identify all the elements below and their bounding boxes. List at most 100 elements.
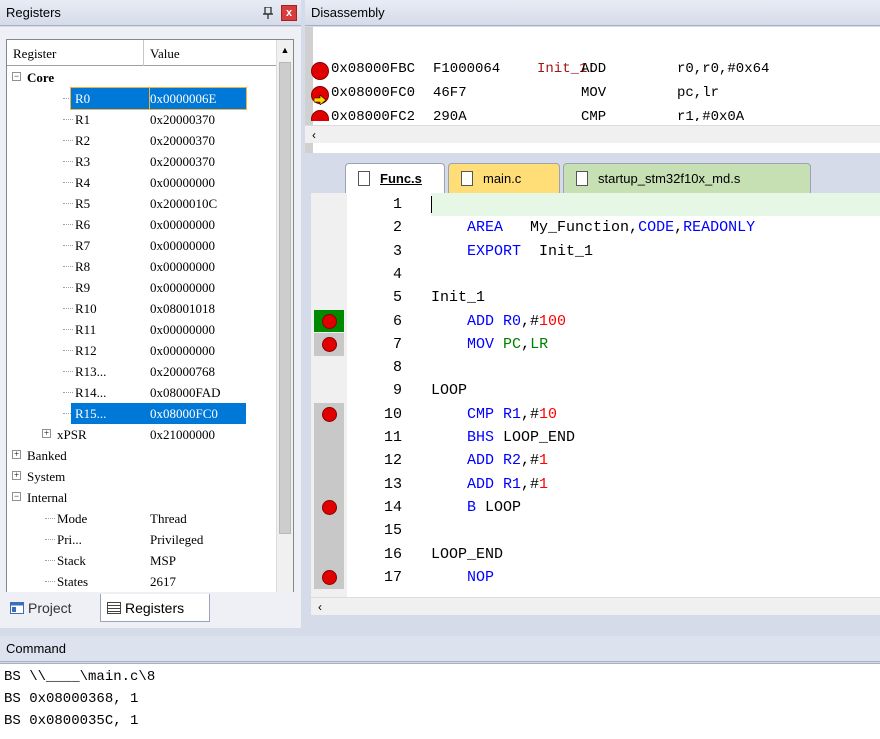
code-line[interactable]: 17 NOP bbox=[311, 566, 880, 589]
register-value: 0x0000006E bbox=[149, 87, 247, 110]
disassembly-addr: 0x08000FC2 bbox=[331, 109, 416, 121]
register-row-r6[interactable]: R6 0x00000000 bbox=[7, 214, 277, 235]
code-line[interactable]: 11 BHS LOOP_END bbox=[311, 426, 880, 449]
code-line[interactable]: 14 B LOOP bbox=[311, 496, 880, 519]
code-text: B LOOP bbox=[431, 496, 521, 519]
code-line[interactable]: 3 EXPORT Init_1 bbox=[311, 240, 880, 263]
internal-row-stack[interactable]: Stack MSP bbox=[7, 550, 277, 571]
code-text: NOP bbox=[431, 566, 494, 589]
tab-registers[interactable]: Registers bbox=[100, 594, 210, 622]
collapse-icon[interactable]: − bbox=[12, 492, 21, 501]
scroll-thumb[interactable] bbox=[279, 62, 291, 534]
register-value: 0x00000000 bbox=[150, 280, 215, 295]
code-line[interactable]: 6 ADD R0,#100 bbox=[311, 310, 880, 333]
editor-horizontal-scrollbar[interactable]: ‹ bbox=[311, 597, 880, 615]
tab-main-c[interactable]: main.c bbox=[448, 163, 560, 193]
tab-startup-file[interactable]: startup_stm32f10x_md.s bbox=[563, 163, 811, 193]
tree-connector bbox=[63, 350, 73, 351]
register-value: 0x00000000 bbox=[150, 238, 215, 253]
register-row-r13[interactable]: R13... 0x20000768 bbox=[7, 361, 277, 382]
scroll-up-arrow-icon[interactable]: ▲ bbox=[277, 40, 293, 60]
line-number: 16 bbox=[383, 546, 402, 563]
code-line[interactable]: 9 LOOP bbox=[311, 379, 880, 402]
tree-connector bbox=[45, 539, 55, 540]
register-name: R7 bbox=[75, 238, 91, 253]
tree-group-core[interactable]: − Core bbox=[7, 67, 277, 88]
code-line[interactable]: 12 ADD R2,#1 bbox=[311, 449, 880, 472]
expand-icon[interactable]: + bbox=[12, 471, 21, 480]
register-vertical-scrollbar[interactable]: ▲ ▼ bbox=[276, 40, 293, 617]
internal-row-mode[interactable]: Mode Thread bbox=[7, 508, 277, 529]
code-line[interactable]: 10 CMP R1,#10 bbox=[311, 403, 880, 426]
code-line[interactable]: 4 bbox=[311, 263, 880, 286]
code-token-kw: BHS bbox=[467, 429, 495, 446]
internal-row-states[interactable]: States 2617 bbox=[7, 571, 277, 592]
column-header-value[interactable]: Value bbox=[144, 40, 277, 66]
register-row-r8[interactable]: R8 0x00000000 bbox=[7, 256, 277, 277]
code-line[interactable]: 15 bbox=[311, 519, 880, 542]
register-row-r12[interactable]: R12 0x00000000 bbox=[7, 340, 277, 361]
code-line[interactable]: 2 AREA My_Function,CODE,READONLY bbox=[311, 216, 880, 239]
source-editor[interactable]: 12 AREA My_Function,CODE,READONLY 3 EXPOR… bbox=[311, 193, 880, 597]
register-row-r3[interactable]: R3 0x20000370 bbox=[7, 151, 277, 172]
tree-connector bbox=[63, 329, 73, 330]
breakpoint-icon[interactable] bbox=[322, 337, 337, 352]
tab-func-s[interactable]: Func.s bbox=[345, 163, 445, 193]
disassembly-panel[interactable]: Init_1: 0x08000FBC F1000064 ADD r0,r0,#0x64… bbox=[305, 27, 880, 153]
breakpoint-icon[interactable] bbox=[311, 110, 329, 121]
code-line[interactable]: 5 Init_1 bbox=[311, 286, 880, 309]
tree-group-internal[interactable]: − Internal bbox=[7, 487, 277, 508]
register-row-r5[interactable]: R5 0x2000010C bbox=[7, 193, 277, 214]
register-row-r1[interactable]: R1 0x20000370 bbox=[7, 109, 277, 130]
scroll-left-arrow-icon[interactable]: ‹ bbox=[313, 598, 327, 616]
breakpoint-icon[interactable] bbox=[322, 314, 337, 329]
line-number: 11 bbox=[383, 429, 402, 446]
expand-icon[interactable]: + bbox=[12, 450, 21, 459]
register-row-r0[interactable]: R0 0x0000006E bbox=[7, 87, 277, 110]
code-line[interactable]: 7 MOV PC,LR bbox=[311, 333, 880, 356]
register-row-r4[interactable]: R4 0x00000000 bbox=[7, 172, 277, 193]
breakpoint-icon[interactable] bbox=[322, 500, 337, 515]
breakpoint-icon[interactable] bbox=[322, 407, 337, 422]
internal-row-pri[interactable]: Pri... Privileged bbox=[7, 529, 277, 550]
tree-group-system[interactable]: + System bbox=[7, 466, 277, 487]
code-token-kw: EXPORT bbox=[467, 243, 522, 260]
code-line[interactable]: 13 ADD R1,#1 bbox=[311, 473, 880, 496]
register-row-r15[interactable]: R15... 0x08000FC0 bbox=[7, 403, 277, 424]
code-line[interactable]: 1 bbox=[311, 193, 880, 216]
register-tree[interactable]: Register Value − Core R0 0x0000006E R1 0x2000… bbox=[6, 39, 294, 618]
command-output[interactable]: BS \\____\main.c\8 BS 0x08000368, 1 BS 0… bbox=[0, 663, 880, 739]
disassembly-horizontal-scrollbar[interactable]: ‹ bbox=[305, 125, 880, 143]
tree-connector bbox=[45, 560, 55, 561]
tree-group-banked[interactable]: + Banked bbox=[7, 445, 277, 466]
register-row-xpsr[interactable]: + xPSR 0x21000000 bbox=[7, 424, 277, 445]
disassembly-row[interactable]: 0x08000FC2 290A CMP r1,#0x0A bbox=[305, 105, 880, 121]
register-row-r10[interactable]: R10 0x08001018 bbox=[7, 298, 277, 319]
code-line[interactable]: 16 LOOP_END bbox=[311, 543, 880, 566]
disassembly-row[interactable]: 0x08000FBC F1000064 ADD r0,r0,#0x64 bbox=[305, 57, 880, 81]
tab-project[interactable]: Project bbox=[4, 594, 96, 622]
tab-registers-label: Registers bbox=[125, 600, 185, 616]
register-name: R9 bbox=[75, 280, 91, 295]
column-header-register[interactable]: Register bbox=[7, 40, 144, 66]
code-line[interactable]: 8 bbox=[311, 356, 880, 379]
register-row-r11[interactable]: R11 0x00000000 bbox=[7, 319, 277, 340]
register-row-r2[interactable]: R2 0x20000370 bbox=[7, 130, 277, 151]
project-icon bbox=[10, 602, 24, 614]
register-row-r7[interactable]: R7 0x00000000 bbox=[7, 235, 277, 256]
disassembly-row[interactable]: 0x08000FC0 46F7 MOV pc,lr bbox=[305, 81, 880, 106]
register-value: 0x20000370 bbox=[150, 154, 215, 169]
register-row-r14[interactable]: R14... 0x08000FAD bbox=[7, 382, 277, 403]
register-row-r9[interactable]: R9 0x00000000 bbox=[7, 277, 277, 298]
register-name: Stack bbox=[57, 553, 86, 568]
breakpoint-icon[interactable] bbox=[311, 62, 329, 80]
pin-icon[interactable] bbox=[263, 7, 273, 19]
scroll-left-arrow-icon[interactable]: ‹ bbox=[307, 126, 321, 144]
register-name: R13... bbox=[75, 364, 107, 379]
collapse-icon[interactable]: − bbox=[12, 72, 21, 81]
breakpoint-icon[interactable] bbox=[322, 570, 337, 585]
expand-icon[interactable]: + bbox=[42, 429, 51, 438]
close-registers-button[interactable]: x bbox=[281, 5, 297, 21]
